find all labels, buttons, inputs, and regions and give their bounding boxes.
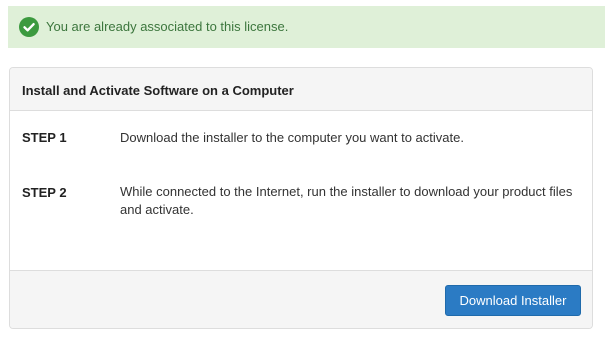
success-alert: You are already associated to this licen… [8,6,605,48]
install-activate-panel: Install and Activate Software on a Compu… [9,67,593,329]
panel-footer: Download Installer [10,270,592,328]
download-installer-button[interactable]: Download Installer [445,285,581,316]
panel-title: Install and Activate Software on a Compu… [22,83,294,98]
step-1-text: Download the installer to the computer y… [120,130,464,145]
step-2-label: STEP 2 [22,185,67,200]
panel-heading: Install and Activate Software on a Compu… [10,68,592,111]
check-circle-icon [19,17,39,37]
step-2-text: While connected to the Internet, run the… [120,184,573,217]
alert-message: You are already associated to this licen… [46,19,289,34]
step-1-label: STEP 1 [22,130,67,145]
